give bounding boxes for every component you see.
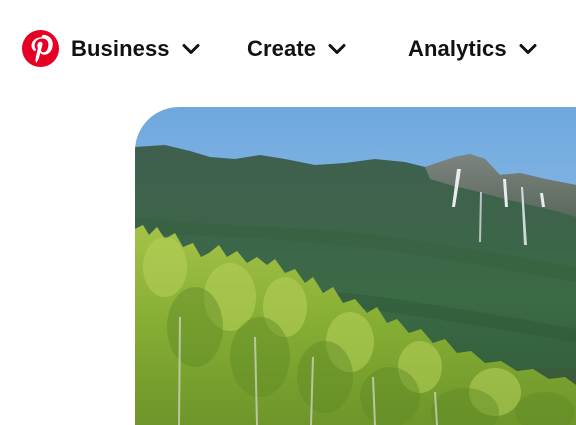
nav-business-label: Business — [71, 36, 170, 61]
pinterest-logo-icon[interactable] — [22, 30, 59, 67]
nav-analytics-dropdown[interactable]: Analytics — [408, 30, 537, 68]
chevron-down-icon — [328, 44, 346, 54]
top-navigation: Business Create Analytics — [0, 0, 576, 96]
chevron-down-icon — [182, 44, 200, 54]
nav-create-label: Create — [247, 36, 317, 61]
nav-create-dropdown[interactable]: Create — [247, 30, 346, 68]
chevron-down-icon — [519, 44, 537, 54]
hero-landscape-image — [135, 107, 576, 425]
nav-analytics-label: Analytics — [408, 36, 507, 61]
nav-business-dropdown[interactable]: Business — [71, 30, 200, 68]
